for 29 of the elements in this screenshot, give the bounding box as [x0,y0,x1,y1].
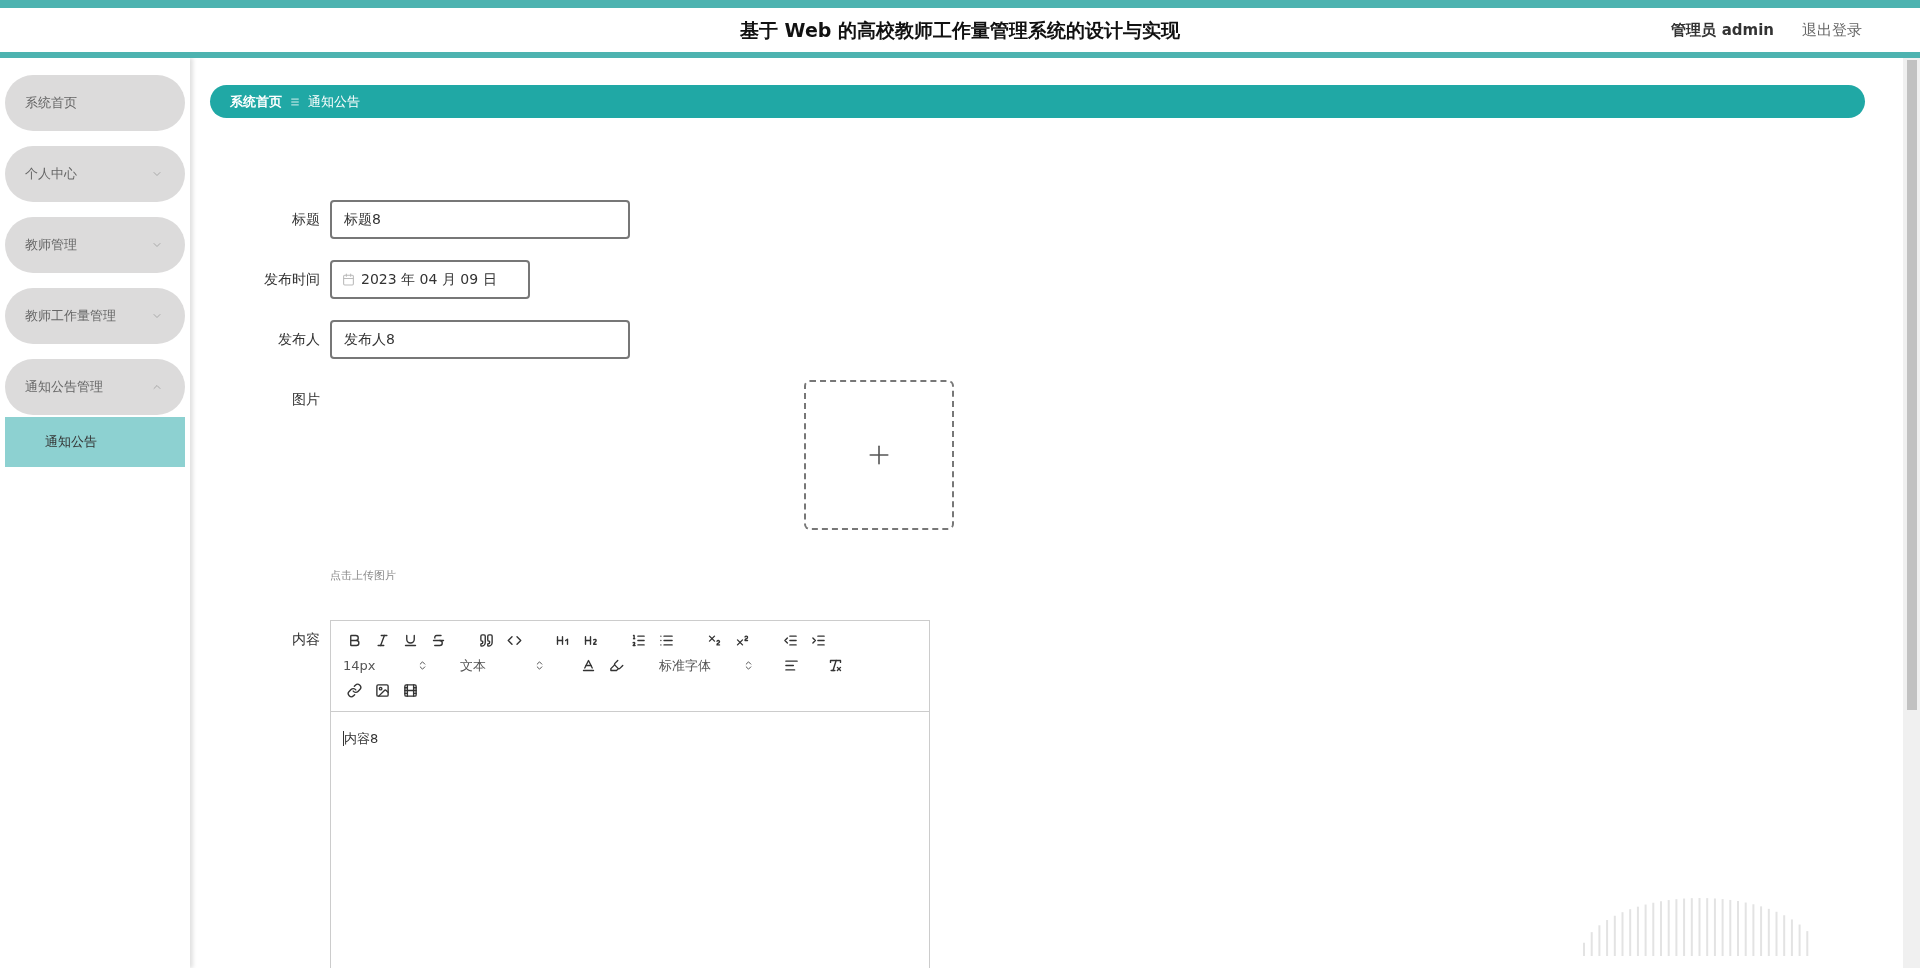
dropdown-select[interactable]: 文本 [460,655,545,676]
image-upload-area[interactable] [804,380,954,530]
up-down-arrows-icon [743,660,754,671]
dropdown-select[interactable]: 标准字体 [659,655,754,676]
user-label: 管理员 admin [1671,19,1774,41]
field-label: 标题 [291,210,320,229]
sidebar-item[interactable]: 系统首页 [5,75,185,131]
sidebar-item[interactable]: 教师管理 [5,217,185,273]
field-label: 内容 [291,629,320,649]
up-down-arrows-icon [417,660,428,671]
dropdown-select[interactable]: 14px [343,655,428,676]
text-input[interactable]: 标题8 [330,200,630,239]
sidebar-item[interactable]: 个人中心 [5,146,185,202]
editor-content[interactable]: 内容8 [343,730,379,746]
up-down-arrows-icon [534,660,545,671]
sidebar-item[interactable]: 通知公告管理 [5,359,185,415]
sidebar-item[interactable]: 教师工作量管理 [5,288,185,344]
breadcrumb-current: 通知公告 [308,92,360,111]
calendar-icon [342,273,355,286]
separator-icon [290,96,300,107]
text-input[interactable]: 发布人8 [330,320,630,359]
date-input[interactable]: 2023 年 04 月 09 日 [330,260,530,299]
sidebar-subitem[interactable]: 通知公告 [5,417,185,467]
field-label: 发布人 [277,330,320,349]
system-title: 基于 Web 的高校教师工作量管理系统的设计与实现 [740,17,1180,43]
field-label: 发布时间 [263,270,320,289]
logout-link[interactable]: 退出登录 [1802,18,1862,42]
upload-hint: 点击上传图片 [330,568,397,584]
field-label: 图片 [291,390,320,409]
